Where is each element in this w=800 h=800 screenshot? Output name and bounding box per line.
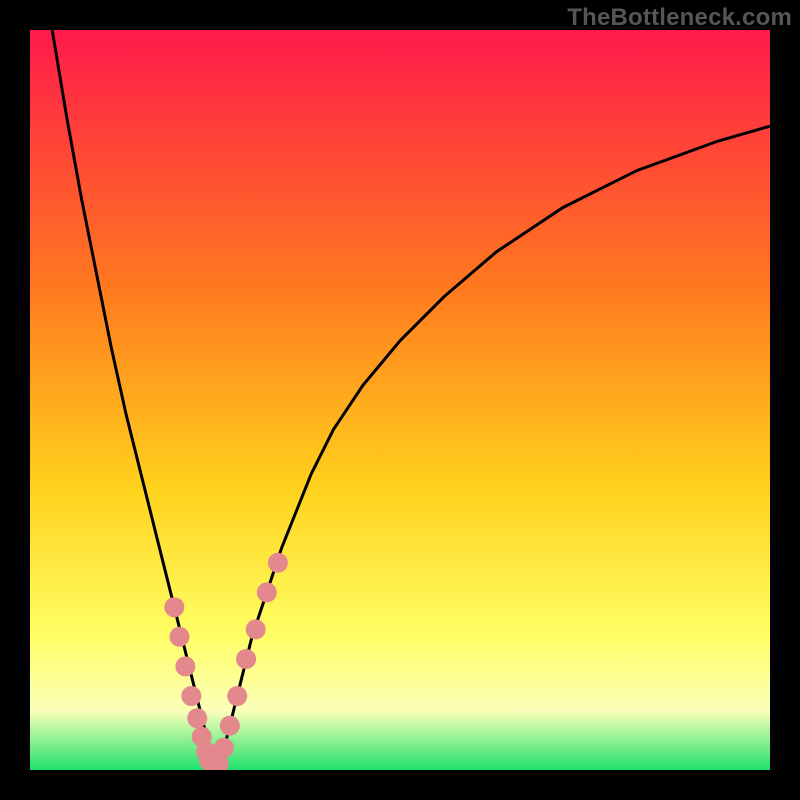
plot-area	[30, 30, 770, 770]
scatter-dot	[268, 553, 288, 573]
watermark-label: TheBottleneck.com	[567, 4, 792, 32]
scatter-dot	[227, 686, 247, 706]
scatter-dot	[169, 627, 189, 647]
curves-layer	[30, 30, 770, 770]
scatter-dot	[181, 686, 201, 706]
scatter-dot	[257, 582, 277, 602]
scatter-dot	[187, 708, 207, 728]
scatter-dot	[220, 716, 240, 736]
scatter-dot	[246, 619, 266, 639]
scatter-dot	[214, 738, 234, 758]
curve-right	[215, 126, 770, 770]
curve-right-path	[215, 126, 770, 770]
scatter-dot	[164, 597, 184, 617]
scatter-dot	[175, 656, 195, 676]
chart-frame: TheBottleneck.com	[0, 0, 800, 800]
scatter-dot	[236, 649, 256, 669]
